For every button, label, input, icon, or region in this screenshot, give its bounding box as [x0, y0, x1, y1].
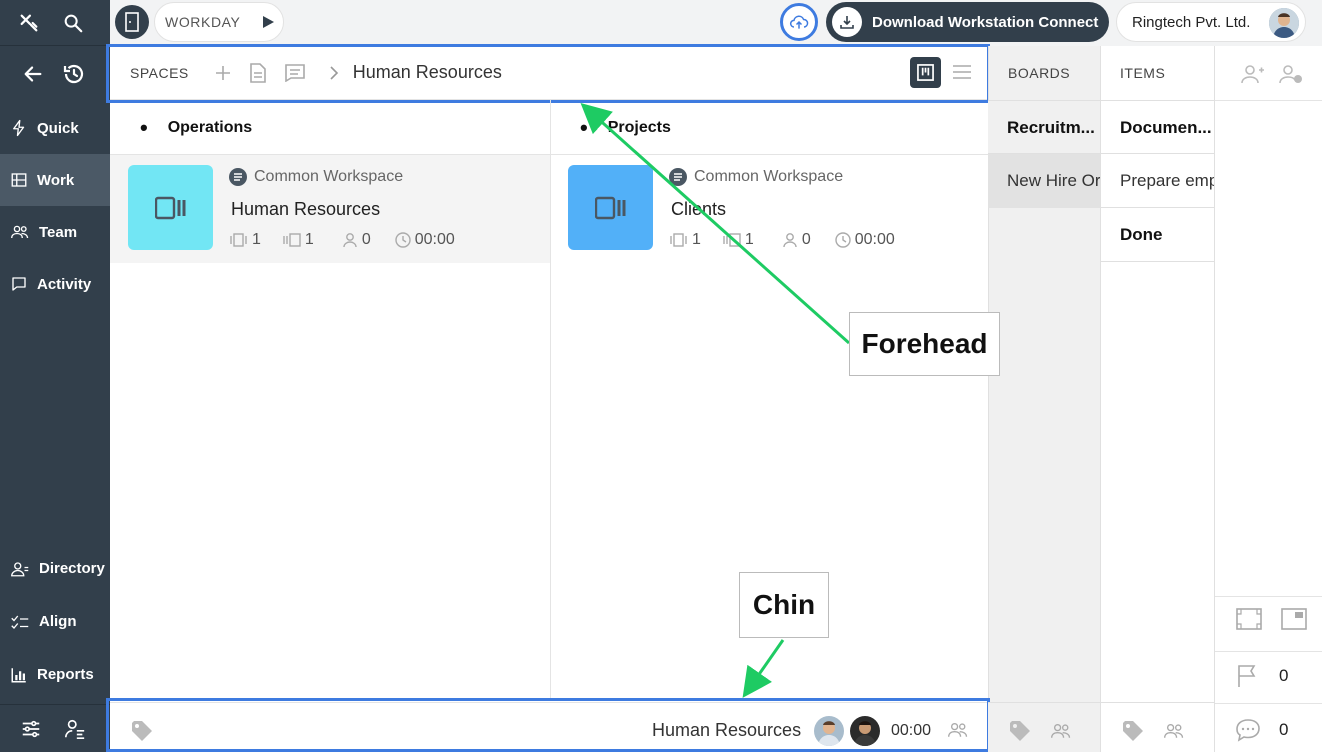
forehead-arrow — [580, 103, 850, 345]
annotation-arrows — [580, 103, 850, 698]
chin-label: Chin — [739, 572, 829, 638]
chin-arrow — [742, 639, 785, 698]
forehead-label: Forehead — [849, 312, 1000, 376]
